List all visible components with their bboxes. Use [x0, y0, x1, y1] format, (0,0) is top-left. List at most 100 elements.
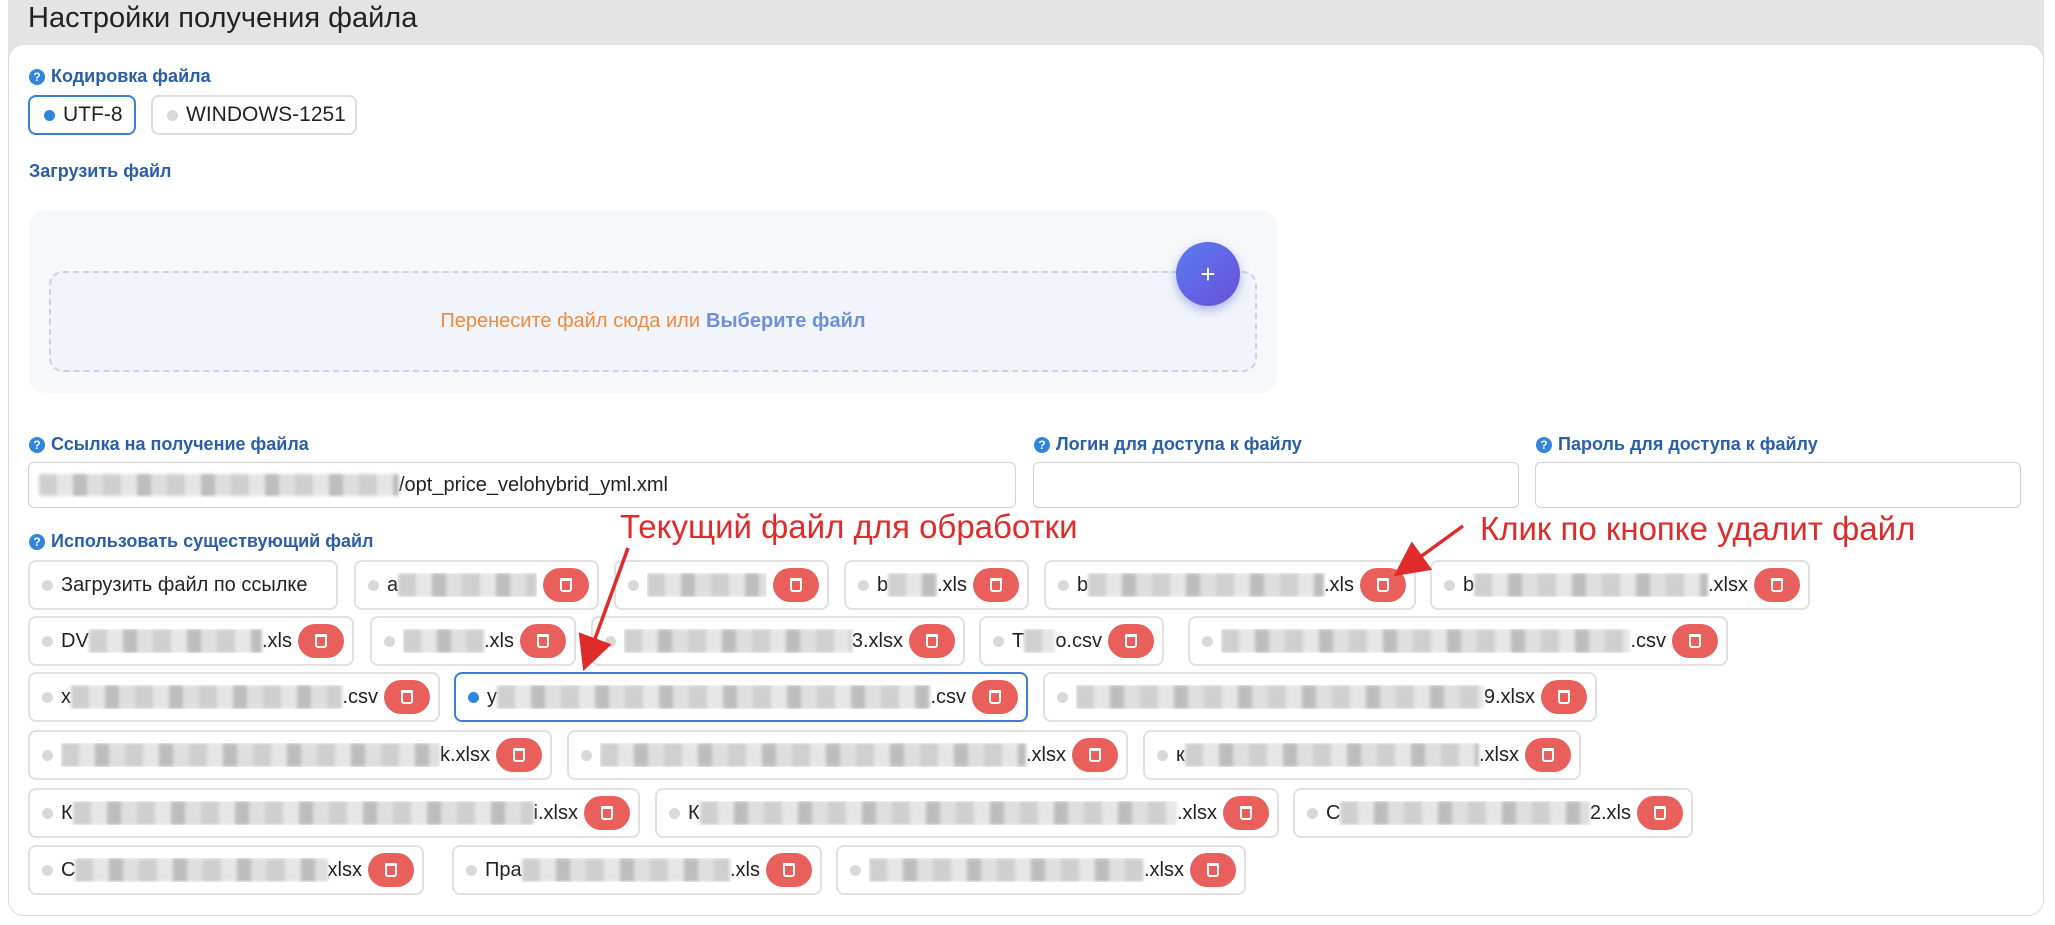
file-name-suffix: .xlsx — [1144, 858, 1184, 881]
help-icon[interactable]: ? — [1034, 436, 1050, 453]
encoding-label: ? Кодировка файла — [29, 66, 211, 87]
delete-file-button[interactable] — [520, 624, 566, 658]
encoding-option-utf8[interactable]: UTF-8 — [28, 95, 136, 135]
delete-file-button[interactable] — [298, 624, 344, 658]
delete-file-button[interactable] — [1108, 624, 1154, 658]
delete-file-button[interactable] — [1754, 568, 1800, 602]
file-url-input[interactable]: /opt_price_velohybrid_yml.xml — [28, 462, 1016, 508]
trash-icon — [783, 863, 795, 877]
existing-file-option[interactable]: To.csv — [979, 616, 1164, 666]
radio-dot-icon — [581, 749, 592, 761]
file-name-suffix: .csv — [1630, 629, 1666, 652]
existing-file-option[interactable]: DV .xls — [28, 616, 354, 666]
redacted-text — [888, 573, 937, 597]
existing-file-option[interactable]: Кi.xlsx — [28, 788, 640, 838]
trash-icon — [1089, 748, 1101, 762]
file-name: DV .xls — [61, 629, 292, 653]
delete-file-button[interactable] — [1541, 680, 1587, 714]
plus-icon: + — [1200, 258, 1216, 289]
file-name-suffix: 2.xls — [1589, 801, 1631, 824]
redacted-text — [39, 474, 399, 496]
existing-file-option[interactable]: .csv — [1188, 616, 1728, 666]
existing-file-option[interactable]: к .xlsx — [1143, 730, 1581, 780]
file-name-prefix: DV — [61, 629, 89, 652]
existing-file-option[interactable]: x .csv — [28, 672, 440, 722]
delete-file-button[interactable] — [368, 853, 414, 887]
existing-file-option[interactable]: 3.xlsx — [591, 616, 965, 666]
file-name-suffix: xlsx — [327, 858, 362, 881]
radio-dot-icon — [468, 691, 479, 703]
file-name: b .xls — [877, 573, 967, 597]
delete-file-button[interactable] — [1637, 796, 1683, 830]
file-name: Пра .xls — [485, 858, 760, 882]
radio-dot-icon — [44, 109, 55, 121]
delete-file-button[interactable] — [584, 796, 630, 830]
existing-file-option[interactable]: Пра .xls — [452, 845, 822, 895]
file-name: 9.xlsx — [1076, 685, 1535, 709]
file-name-suffix: .xls — [937, 573, 967, 596]
file-name-prefix: b — [1463, 573, 1475, 596]
delete-file-button[interactable] — [973, 568, 1019, 602]
delete-file-button[interactable] — [1190, 853, 1236, 887]
existing-file-option[interactable]: Сxlsx — [28, 845, 424, 895]
page: Настройки получения файла ? Кодировка фа… — [0, 0, 2055, 925]
existing-file-option[interactable]: .xlsx — [836, 845, 1246, 895]
delete-file-button[interactable] — [773, 568, 819, 602]
existing-file-option[interactable]: b .xlsx — [1430, 560, 1810, 610]
delete-file-button[interactable] — [1360, 568, 1406, 602]
file-name-suffix: k.xlsx — [440, 743, 490, 766]
existing-file-option[interactable]: К .xlsx — [655, 788, 1279, 838]
file-name: b .xls — [1077, 573, 1354, 597]
delete-file-button[interactable] — [766, 853, 812, 887]
existing-file-option[interactable]: .xlsx — [567, 730, 1128, 780]
trash-icon — [537, 634, 549, 648]
encoding-option-windows1251[interactable]: WINDOWS-1251 — [151, 95, 357, 135]
trash-icon — [315, 634, 327, 648]
file-name: .csv — [1221, 629, 1666, 653]
delete-file-button[interactable] — [496, 738, 542, 772]
existing-file-option[interactable]: a — [354, 560, 599, 610]
existing-file-option[interactable]: С 2.xls — [1293, 788, 1693, 838]
existing-file-option[interactable]: y .csv — [454, 672, 1028, 722]
help-icon[interactable]: ? — [29, 436, 45, 453]
redacted-text — [869, 858, 1144, 882]
password-input[interactable] — [1535, 462, 2021, 508]
redacted-text — [521, 858, 730, 882]
file-name: к .xlsx — [1176, 743, 1519, 767]
delete-file-button[interactable] — [1223, 796, 1269, 830]
radio-dot-icon — [42, 749, 53, 761]
login-input[interactable] — [1033, 462, 1519, 508]
delete-file-button[interactable] — [909, 624, 955, 658]
delete-file-button[interactable] — [543, 568, 589, 602]
help-icon[interactable]: ? — [29, 533, 45, 550]
help-icon[interactable]: ? — [1536, 436, 1552, 453]
existing-file-option[interactable]: .xls — [370, 616, 576, 666]
load-by-link-option[interactable]: Загрузить файл по ссылке — [28, 560, 338, 610]
existing-file-option[interactable]: k.xlsx — [28, 730, 552, 780]
redacted-text — [647, 573, 767, 597]
existing-file-option[interactable]: b .xls — [1044, 560, 1416, 610]
file-name-suffix: .xls — [1324, 573, 1354, 596]
existing-file-option[interactable]: b .xls — [844, 560, 1029, 610]
file-url-value: /opt_price_velohybrid_yml.xml — [399, 473, 669, 496]
help-icon[interactable]: ? — [29, 68, 45, 85]
file-name-prefix: x — [61, 685, 71, 708]
file-name: y .csv — [487, 685, 966, 709]
delete-file-button[interactable] — [972, 680, 1018, 714]
upload-label: Загрузить файл — [29, 161, 171, 182]
redacted-text — [1184, 743, 1479, 767]
add-file-button[interactable]: + — [1176, 242, 1240, 306]
file-name: k.xlsx — [61, 743, 490, 767]
trash-icon — [1207, 863, 1219, 877]
choose-file-link[interactable]: Выберите файл — [706, 310, 866, 333]
drop-zone[interactable]: Перенесите файл сюда или Выберите файл — [49, 271, 1257, 372]
existing-file-option[interactable]: 9.xlsx — [1043, 672, 1597, 722]
delete-file-button[interactable] — [1072, 738, 1118, 772]
delete-file-button[interactable] — [1525, 738, 1571, 772]
existing-file-option[interactable] — [614, 560, 829, 610]
delete-file-button[interactable] — [384, 680, 430, 714]
drop-zone-text: Перенесите файл сюда или — [440, 310, 700, 332]
redacted-text — [699, 801, 1177, 825]
delete-file-button[interactable] — [1672, 624, 1718, 658]
trash-icon — [790, 578, 802, 592]
